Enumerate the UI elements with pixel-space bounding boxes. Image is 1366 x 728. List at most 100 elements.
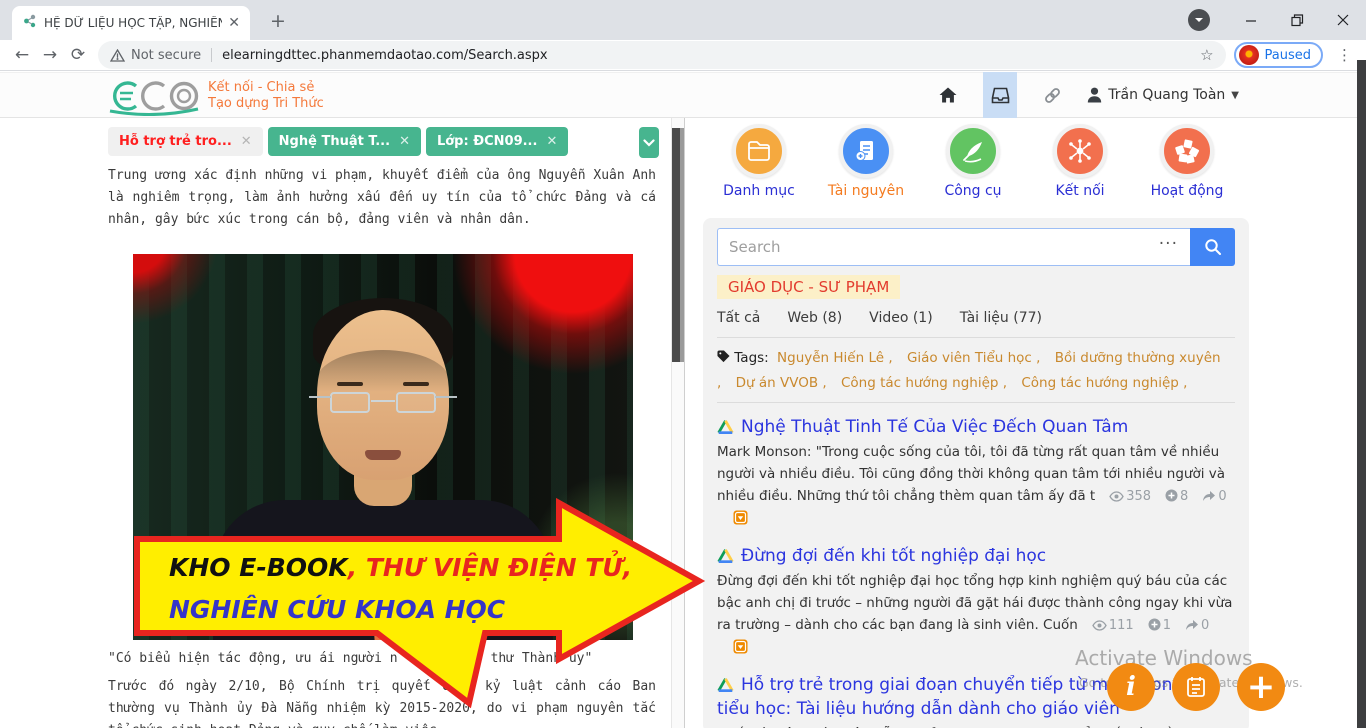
- extension-paused-badge[interactable]: Paused: [1234, 42, 1323, 68]
- search-box: ···: [717, 228, 1190, 266]
- not-secure-warning-icon[interactable]: [110, 49, 125, 62]
- result-title-row: Nghệ Thuật Tinh Tế Của Việc Đếch Quan Tâ…: [717, 415, 1235, 439]
- likes-count: 8: [1180, 489, 1188, 504]
- result-title-link[interactable]: Đừng đợi đến khi tốt nghiệp đại học: [741, 546, 1046, 566]
- browser-tabbar: HỆ DỮ LIỆU HỌC TẬP, NGHIÊN C ✕ +: [0, 0, 1366, 40]
- network-hub-icon[interactable]: [1053, 124, 1107, 178]
- chevron-down-icon: ▼: [1231, 90, 1239, 101]
- left-pane-scrollbar-thumb[interactable]: [672, 128, 684, 362]
- document-icon[interactable]: [839, 124, 893, 178]
- close-window-button[interactable]: [1320, 0, 1366, 40]
- minimize-button[interactable]: [1228, 0, 1274, 40]
- banner-text-line2: NGHIÊN CỨU KHOA HỌC: [169, 595, 505, 624]
- doc-tab-1-close-icon[interactable]: ✕: [241, 134, 252, 149]
- quill-icon[interactable]: [946, 124, 1000, 178]
- browser-menu-icon[interactable]: ⋮: [1331, 46, 1358, 64]
- nav-item-cong-cu[interactable]: Công cụ: [923, 124, 1023, 199]
- restore-button[interactable]: [1274, 0, 1320, 40]
- back-icon[interactable]: ←: [8, 41, 36, 69]
- result-description: Cuốn tài liệu Giáo viên hỗ trợ trẻ trong…: [717, 723, 1235, 728]
- tab-title: HỆ DỮ LIỆU HỌC TẬP, NGHIÊN C: [44, 16, 222, 30]
- nav-item-ket-noi[interactable]: Kết nối: [1030, 124, 1130, 199]
- address-bar[interactable]: Not secure elearningdttec.phanmemdaotao.…: [98, 41, 1226, 69]
- activity-cards-icon[interactable]: [1160, 124, 1214, 178]
- result-description: Mark Monson: "Trong cuộc sống của tôi, t…: [717, 441, 1235, 532]
- nav-label[interactable]: Kết nối: [1030, 183, 1130, 199]
- new-tab-button[interactable]: +: [266, 9, 290, 33]
- result-title-link[interactable]: Nghệ Thuật Tinh Tế Của Việc Đếch Quan Tâ…: [741, 417, 1128, 437]
- doc-tab-2-label: Nghệ Thuật T...: [279, 134, 390, 149]
- download-button[interactable]: [733, 510, 748, 532]
- shares-stat[interactable]: 0: [1185, 618, 1209, 633]
- browser-toolbar: ← → ⟳ Not secure elearningdttec.phanmemd…: [0, 40, 1366, 71]
- photo-glasses-bridge: [371, 400, 395, 402]
- search-button[interactable]: [1190, 228, 1235, 266]
- shares-count: 0: [1218, 489, 1226, 504]
- search-input[interactable]: [717, 228, 1190, 266]
- doc-tab-2-close-icon[interactable]: ✕: [399, 134, 410, 149]
- left-content-pane: Hỗ trợ trẻ tro... ✕ Nghệ Thuật T... ✕ Lớ…: [0, 118, 700, 728]
- doc-tab-1[interactable]: Hỗ trợ trẻ tro... ✕: [108, 127, 263, 156]
- nav-label[interactable]: Công cụ: [923, 183, 1023, 199]
- views-count: 358: [1126, 489, 1151, 504]
- tag-link[interactable]: Công tác hướng nghiệp: [1021, 375, 1187, 391]
- site-logo[interactable]: Kết nối - Chia sẻ Tạo dựng Tri Thức: [108, 76, 324, 116]
- not-secure-label: Not secure: [131, 48, 201, 63]
- search-more-options[interactable]: ···: [1159, 234, 1178, 254]
- likes-stat[interactable]: 8: [1165, 489, 1188, 504]
- tags-label: Tags:: [734, 350, 768, 366]
- nav-item-hoat-dong[interactable]: Hoạt động: [1137, 124, 1237, 199]
- filter-web[interactable]: Web (8): [787, 310, 842, 326]
- download-button[interactable]: [733, 639, 748, 661]
- home-icon[interactable]: [933, 77, 963, 113]
- photo-mouth: [365, 450, 401, 460]
- tag-link[interactable]: Dự án VVOB: [736, 375, 827, 391]
- page-scrollbar[interactable]: [1357, 60, 1366, 728]
- add-fab-button[interactable]: +: [1237, 663, 1285, 711]
- tag-icon: [717, 350, 730, 363]
- tag-link[interactable]: Công tác hướng nghiệp: [841, 375, 1007, 391]
- filter-all[interactable]: Tất cả: [717, 310, 760, 326]
- drive-icon: [717, 419, 734, 434]
- collapse-chevron-button[interactable]: [639, 127, 659, 158]
- bookmark-star-icon[interactable]: ☆: [1200, 46, 1213, 64]
- user-menu[interactable]: Trần Quang Toàn ▼: [1087, 87, 1239, 103]
- nav-label[interactable]: Danh mục: [709, 183, 809, 199]
- likes-stat[interactable]: 1: [1148, 618, 1171, 633]
- extension-logo-icon: [1239, 45, 1259, 65]
- reload-icon[interactable]: ⟳: [64, 41, 92, 69]
- filter-documents[interactable]: Tài liệu (77): [960, 310, 1042, 326]
- tags-row: Tags: Nguyễn Hiến Lê Giáo viên Tiểu học …: [717, 338, 1235, 403]
- resources-drive-icon[interactable]: [983, 72, 1017, 118]
- tab-close-icon[interactable]: ✕: [228, 15, 240, 31]
- nav-label[interactable]: Tài nguyên: [816, 183, 916, 199]
- browser-tab[interactable]: HỆ DỮ LIỆU HỌC TẬP, NGHIÊN C ✕: [12, 6, 250, 40]
- forward-icon[interactable]: →: [36, 41, 64, 69]
- category-badge[interactable]: GIÁO DỤC - SƯ PHẠM: [717, 275, 900, 299]
- banner-part2: , THƯ VIỆN ĐIỆN TỬ,: [348, 553, 633, 582]
- doc-tab-2[interactable]: Nghệ Thuật T... ✕: [268, 127, 421, 156]
- nav-item-danh-muc[interactable]: Danh mục: [709, 124, 809, 199]
- photo-brow-right: [403, 382, 429, 386]
- link-icon[interactable]: [1037, 77, 1067, 113]
- promo-arrow-banner: KHO E-BOOK, THƯ VIỆN ĐIỆN TỬ, NGHIÊN CỨU…: [133, 495, 708, 710]
- doc-tab-3[interactable]: Lớp: ĐCN09... ✕: [426, 127, 568, 156]
- media-control-button[interactable]: [1188, 9, 1210, 31]
- site-tagline: Kết nối - Chia sẻ Tạo dựng Tri Thức: [208, 80, 324, 112]
- shares-stat[interactable]: 0: [1202, 489, 1226, 504]
- tagline-line2: Tạo dựng Tri Thức: [208, 96, 324, 112]
- doc-tab-3-close-icon[interactable]: ✕: [546, 134, 557, 149]
- nav-label[interactable]: Hoạt động: [1137, 183, 1237, 199]
- tag-link[interactable]: Nguyễn Hiến Lê: [777, 350, 893, 366]
- info-fab-button[interactable]: i: [1107, 663, 1155, 711]
- tag-link[interactable]: Giáo viên Tiểu học: [907, 350, 1041, 366]
- notes-fab-button[interactable]: [1172, 663, 1220, 711]
- folder-icon[interactable]: [732, 124, 786, 178]
- nav-item-tai-nguyen[interactable]: Tài nguyên: [816, 124, 916, 199]
- url-text[interactable]: elearningdttec.phanmemdaotao.com/Search.…: [222, 48, 548, 63]
- search-bar: ···: [717, 228, 1235, 266]
- header-actions: Trần Quang Toàn ▼: [933, 73, 1239, 117]
- photo-glasses-right: [396, 392, 436, 413]
- views-stat: 358: [1109, 489, 1151, 504]
- filter-video[interactable]: Video (1): [869, 310, 933, 326]
